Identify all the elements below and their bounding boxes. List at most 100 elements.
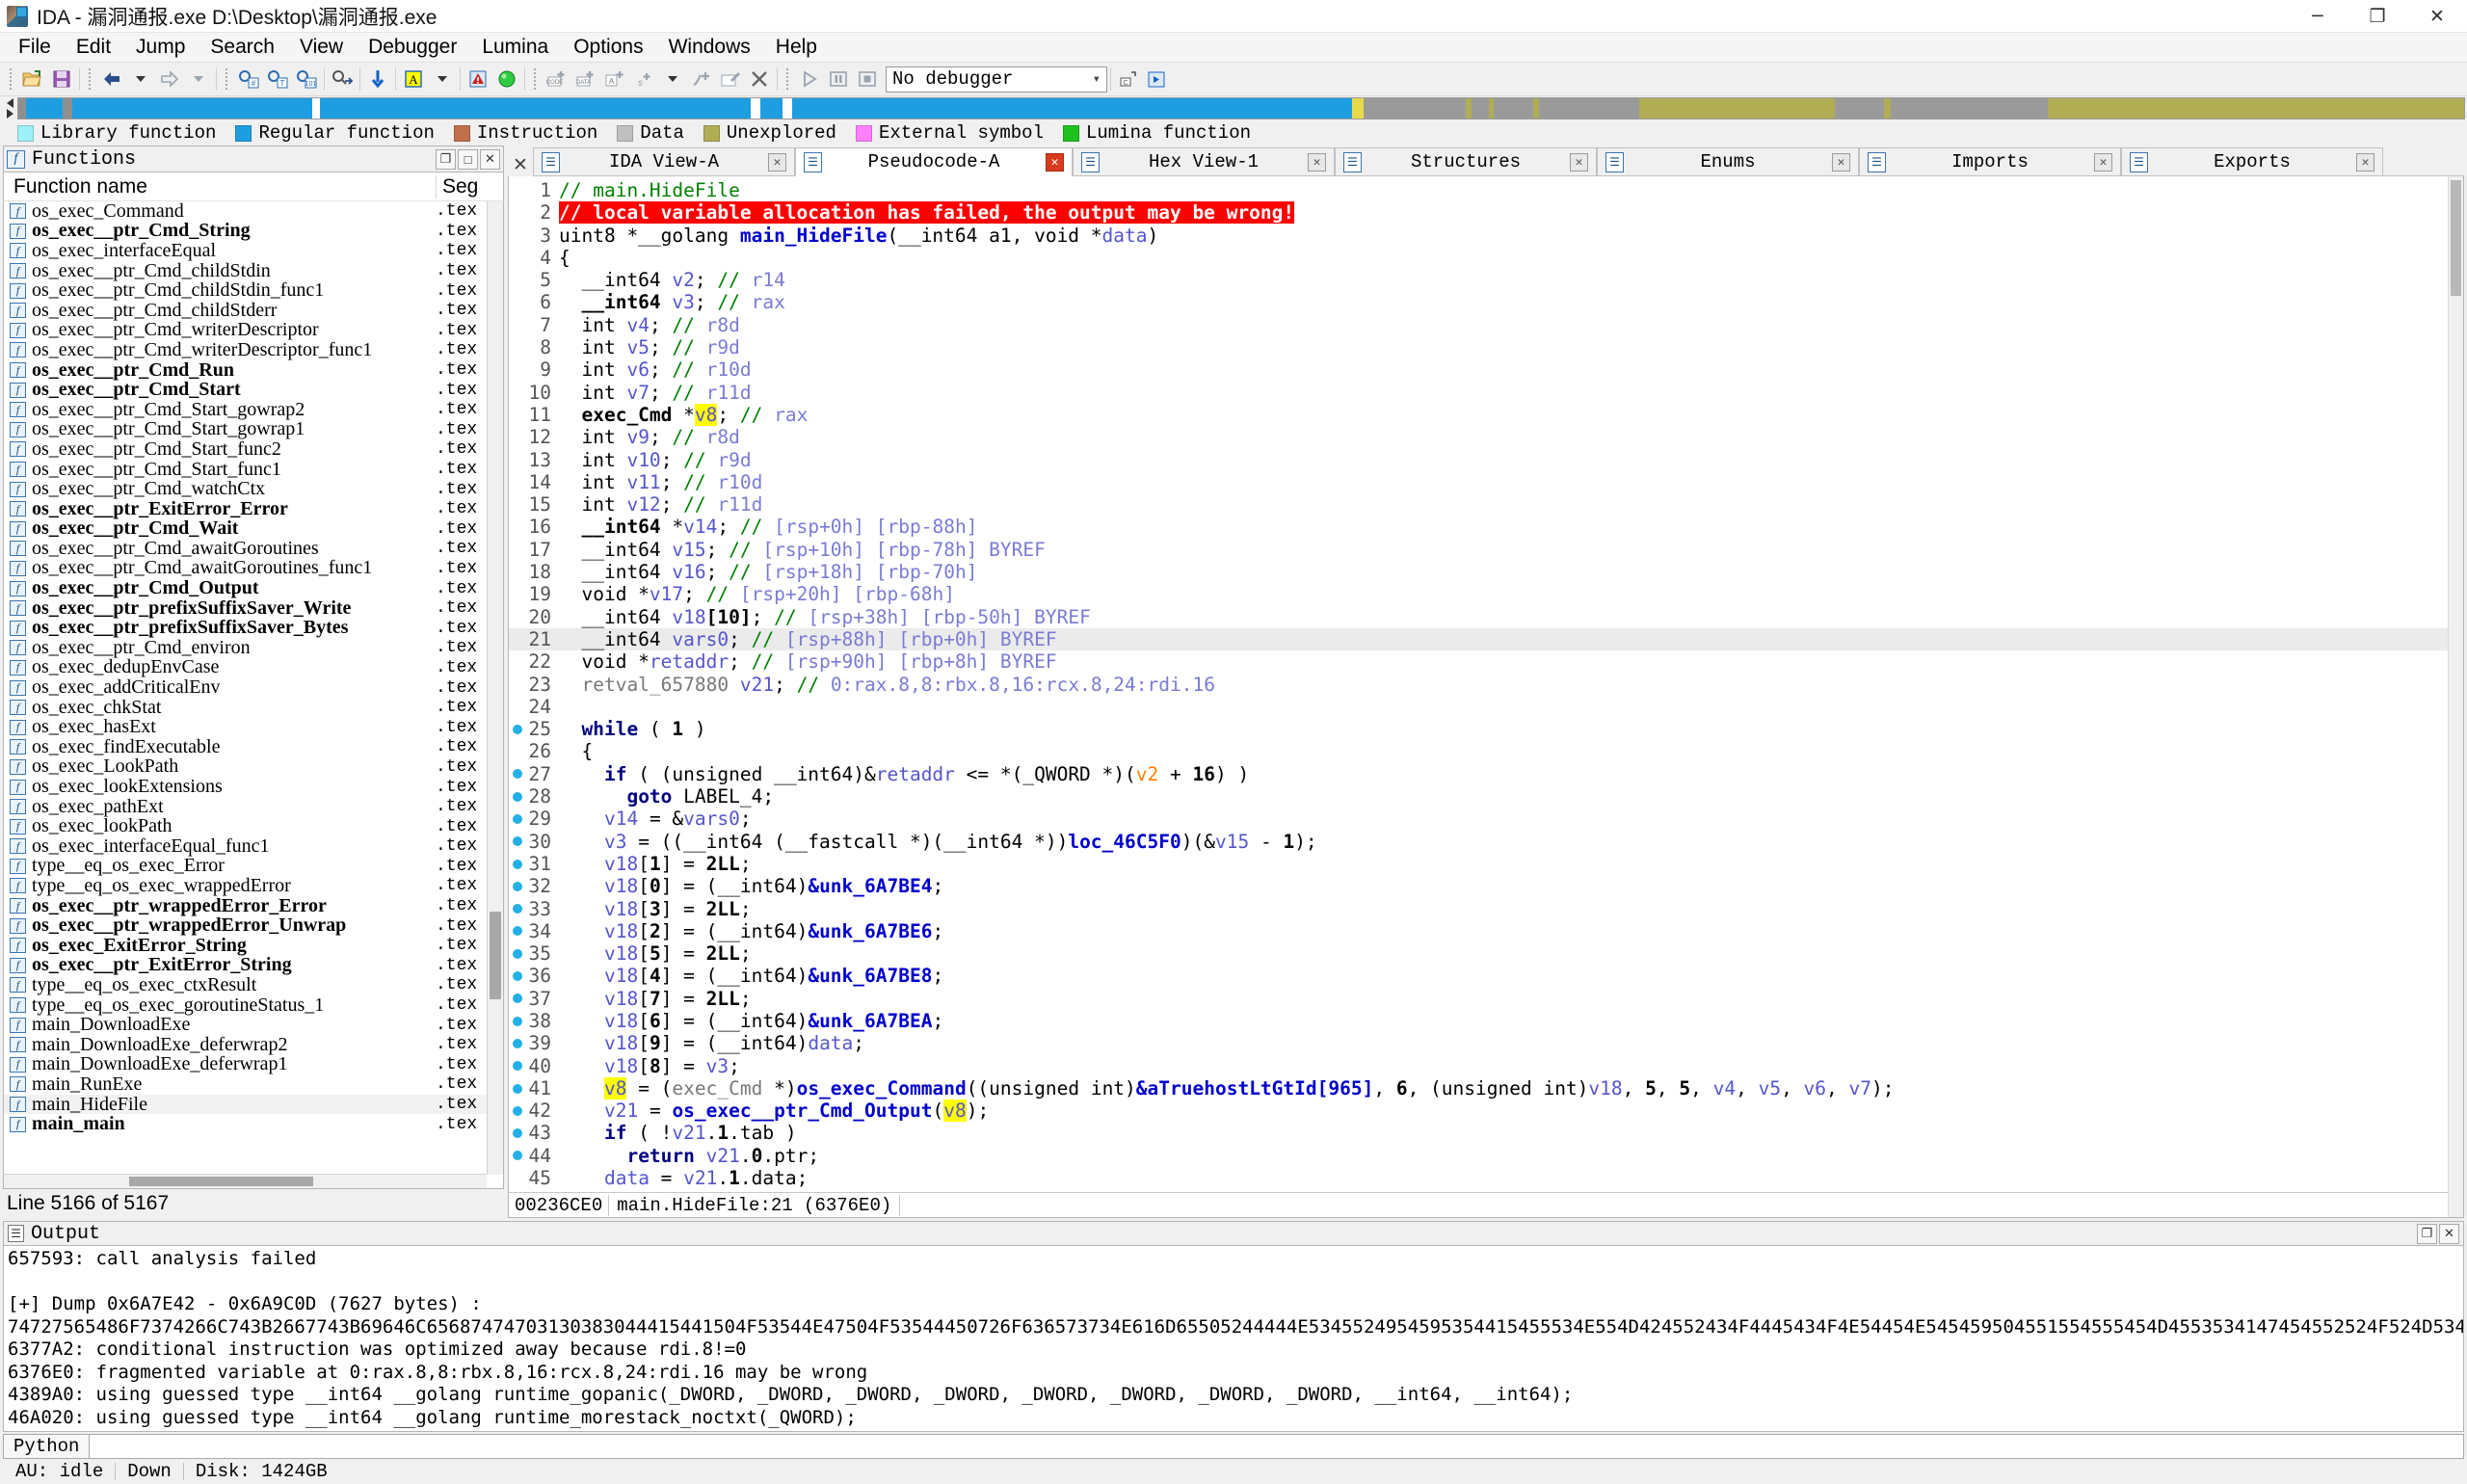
search-hash-icon[interactable]: #: [234, 66, 263, 93]
breakpoint-marker-icon[interactable]: [509, 813, 526, 824]
tab-close-icon[interactable]: ✕: [768, 152, 786, 172]
function-list-item[interactable]: f os_exec__ptr_prefixSuffixSaver_Bytes .te…: [4, 617, 503, 638]
menu-item-search[interactable]: Search: [198, 33, 287, 62]
function-list-item[interactable]: f os_exec_interfaceEqual .tex: [4, 240, 503, 261]
edit-function-icon[interactable]: [716, 66, 745, 93]
function-list-item[interactable]: f os_exec__ptr_Cmd_awaitGoroutines .tex: [4, 538, 503, 559]
function-list-item[interactable]: f os_exec__ptr_Cmd_String .tex: [4, 220, 503, 241]
maximize-button[interactable]: ❐: [2348, 0, 2407, 33]
pseudocode-lines[interactable]: 1 // main.HideFile 2 // local variable allo…: [509, 176, 2463, 1192]
function-list-item[interactable]: f os_exec__ptr_Cmd_Start_func2 .tex: [4, 438, 503, 460]
save-icon[interactable]: [47, 66, 76, 93]
function-list-item[interactable]: f type__eq_os_exec_ctxResult .tex: [4, 974, 503, 995]
ascii-dropdown-icon[interactable]: [428, 66, 457, 93]
column-header-function-name[interactable]: Function name: [4, 175, 436, 199]
tabbar-close-icon[interactable]: ✕: [508, 154, 533, 176]
close-button[interactable]: ✕: [2439, 1223, 2459, 1244]
breakpoint-marker-icon[interactable]: [509, 881, 526, 891]
pseudocode-line[interactable]: 37 v18[7] = 2LL;: [509, 988, 2463, 1010]
toolbar-grip[interactable]: [532, 66, 539, 92]
run-icon[interactable]: [795, 66, 824, 93]
maximize-button[interactable]: □: [458, 148, 478, 170]
function-list-item[interactable]: f os_exec_addCriticalEnv .tex: [4, 676, 503, 698]
pseudocode-line[interactable]: 6 __int64 v3; // rax: [509, 291, 2463, 313]
pseudocode-line[interactable]: 17 __int64 v15; // [rsp+10h] [rbp-78h] B…: [509, 539, 2463, 561]
search-text-icon[interactable]: T: [263, 66, 292, 93]
pseudocode-line[interactable]: 36 v18[4] = (__int64)&unk_6A7BE8;: [509, 965, 2463, 987]
run-to-cursor-icon[interactable]: [1143, 66, 1172, 93]
tab-close-icon[interactable]: ✕: [2356, 152, 2374, 172]
tab-close-icon[interactable]: ✕: [1046, 152, 1064, 172]
pseudocode-line[interactable]: 32 v18[0] = (__int64)&unk_6A7BE4;: [509, 875, 2463, 897]
pseudocode-line[interactable]: 39 v18[9] = (__int64)data;: [509, 1032, 2463, 1054]
function-list-item[interactable]: f os_exec__ptr_Cmd_Run .tex: [4, 359, 503, 381]
pseudocode-line[interactable]: 7 int v4; // r8d: [509, 314, 2463, 336]
function-list-item[interactable]: f os_exec_hasExt .tex: [4, 716, 503, 737]
functions-list-hscrollbar[interactable]: [4, 1174, 487, 1188]
breakpoint-marker-icon[interactable]: [509, 724, 526, 734]
breakpoint-marker-icon[interactable]: [509, 791, 526, 802]
menu-item-edit[interactable]: Edit: [64, 33, 123, 62]
pseudocode-line[interactable]: 13 int v10; // r9d: [509, 449, 2463, 471]
pseudocode-line[interactable]: 24: [509, 696, 2463, 718]
pseudocode-line[interactable]: 12 int v9; // r8d: [509, 426, 2463, 448]
function-list-item[interactable]: f os_exec__ptr_Cmd_Start_gowrap1 .tex: [4, 418, 503, 439]
tab-exports[interactable]: ☰ Exports ✕: [2121, 147, 2383, 176]
pseudocode-line[interactable]: 43 if ( !v21.1.tab ): [509, 1122, 2463, 1144]
function-list-item[interactable]: f os_exec_interfaceEqual_func1 .tex: [4, 835, 503, 857]
pseudocode-line[interactable]: 21 __int64 vars0; // [rsp+88h] [rbp+0h] …: [509, 627, 2463, 651]
pseudocode-line[interactable]: 35 v18[5] = 2LL;: [509, 942, 2463, 965]
menu-item-options[interactable]: Options: [561, 33, 655, 62]
function-list-item[interactable]: f os_exec_Command .tex: [4, 201, 503, 222]
function-list-item[interactable]: f os_exec__ptr_Cmd_writerDescriptor_func1…: [4, 339, 503, 360]
tab-imports[interactable]: ☰ Imports ✕: [1859, 147, 2121, 176]
pseudocode-line[interactable]: 15 int v12; // r11d: [509, 493, 2463, 516]
pseudocode-line[interactable]: 27 if ( (unsigned __int64)&retaddr <= *(…: [509, 763, 2463, 785]
breakpoint-marker-icon[interactable]: [509, 1038, 526, 1048]
pseudocode-line[interactable]: 3 uint8 *__golang main_HideFile(__int64 a…: [509, 225, 2463, 247]
menu-item-lumina[interactable]: Lumina: [469, 33, 561, 62]
forward-icon[interactable]: [155, 66, 184, 93]
make-struct-dropdown-icon[interactable]: [658, 66, 687, 93]
pseudocode-line[interactable]: 20 __int64 v18[10]; // [rsp+38h] [rbp-50…: [509, 606, 2463, 628]
pause-icon[interactable]: [824, 66, 853, 93]
functions-list[interactable]: f os_exec_Command .tex f os_exec__ptr_Cmd_St…: [3, 200, 504, 1189]
pseudocode-line[interactable]: 38 v18[6] = (__int64)&unk_6A7BEA;: [509, 1010, 2463, 1032]
pseudocode-line[interactable]: 40 v18[8] = v3;: [509, 1055, 2463, 1077]
navigation-band[interactable]: [17, 97, 2465, 119]
back-dropdown-icon[interactable]: [126, 66, 155, 93]
pseudocode-line[interactable]: 19 void *v17; // [rsp+20h] [rbp-68h]: [509, 583, 2463, 605]
toolbar-grip[interactable]: [784, 66, 791, 92]
function-list-item[interactable]: f os_exec__ptr_ExitError_Error .tex: [4, 498, 503, 519]
open-file-icon[interactable]: [18, 66, 47, 93]
function-list-item[interactable]: f os_exec__ptr_Cmd_awaitGoroutines_func1.…: [4, 557, 503, 578]
toolbar-grip[interactable]: [8, 66, 14, 92]
pseudocode-line[interactable]: 22 void *retaddr; // [rsp+90h] [rbp+8h] …: [509, 650, 2463, 673]
breakpoint-marker-icon[interactable]: [509, 1061, 526, 1072]
navband-scroll-arrows[interactable]: [2, 97, 17, 119]
breakpoint-marker-icon[interactable]: [509, 926, 526, 937]
pseudocode-line[interactable]: 42 v21 = os_exec__ptr_Cmd_Output(v8);: [509, 1100, 2463, 1123]
menu-item-debugger[interactable]: Debugger: [356, 33, 469, 62]
breakpoint-marker-icon[interactable]: [509, 948, 526, 959]
function-list-item[interactable]: f os_exec__ptr_Cmd_Wait .tex: [4, 517, 503, 539]
function-list-item[interactable]: f os_exec__ptr_Cmd_childStderr .tex: [4, 300, 503, 321]
output-log[interactable]: 657593: call analysis failed [+] Dump 0x…: [3, 1245, 2464, 1432]
pseudocode-vscrollbar[interactable]: [2448, 176, 2463, 1217]
breakpoint-marker-icon[interactable]: [509, 971, 526, 982]
function-list-item[interactable]: f os_exec__ptr_wrappedError_Error .tex: [4, 895, 503, 916]
function-list-item[interactable]: f os_exec_lookExtensions .tex: [4, 776, 503, 797]
pseudocode-line[interactable]: 28 goto LABEL_4;: [509, 785, 2463, 808]
function-list-item[interactable]: f main_main .tex: [4, 1113, 503, 1134]
back-icon[interactable]: [97, 66, 126, 93]
toolbar-grip[interactable]: [224, 66, 230, 92]
function-list-item[interactable]: f os_exec__ptr_Cmd_childStdin .tex: [4, 260, 503, 281]
breakpoint-marker-icon[interactable]: [509, 904, 526, 914]
delete-icon[interactable]: [745, 66, 774, 93]
python-button[interactable]: Python: [3, 1434, 91, 1459]
make-code-icon[interactable]: CODE: [543, 66, 571, 93]
menu-item-file[interactable]: File: [6, 33, 64, 62]
pseudocode-line[interactable]: 34 v18[2] = (__int64)&unk_6A7BE6;: [509, 920, 2463, 942]
menu-item-view[interactable]: View: [287, 33, 356, 62]
function-list-item[interactable]: f os_exec__ptr_ExitError_String .tex: [4, 954, 503, 975]
